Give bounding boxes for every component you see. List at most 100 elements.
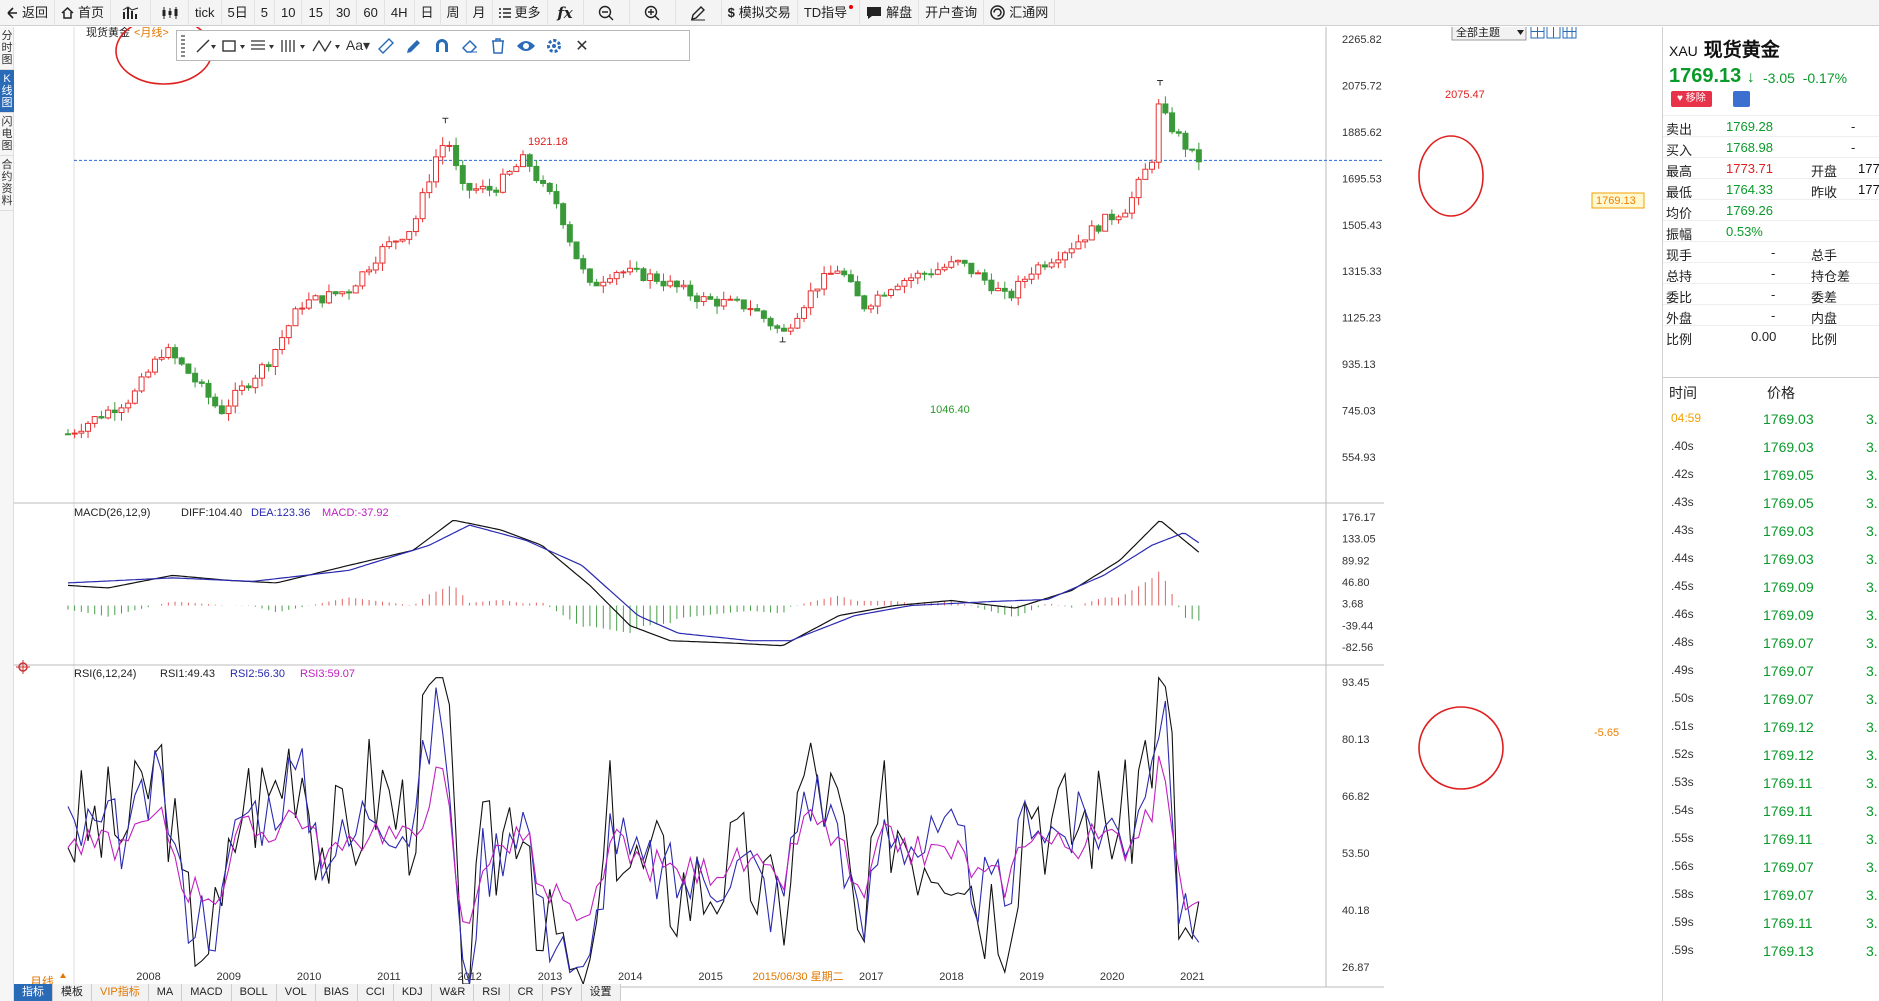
eraser-tool[interactable]	[457, 33, 483, 59]
indicator-tab[interactable]: VOL	[276, 984, 316, 1001]
quote-code: XAU	[1669, 43, 1698, 59]
settings-tool[interactable]	[541, 33, 567, 59]
indicator-tab[interactable]: MA	[148, 984, 183, 1001]
layout-split-icon[interactable]	[1546, 27, 1561, 39]
indicator-tab[interactable]: 模板	[53, 984, 92, 1001]
home-button[interactable]: 首页	[55, 0, 112, 26]
candle-body	[1108, 213, 1115, 221]
tick-volume: 3.	[1866, 943, 1878, 959]
drawing-toolbar: Aa▾ ✕	[176, 30, 690, 61]
settings-icon[interactable]	[16, 660, 30, 674]
period-5min[interactable]: 5	[255, 0, 275, 26]
close-toolbar[interactable]: ✕	[569, 33, 595, 59]
candle-body	[1088, 225, 1095, 241]
indicator-tab[interactable]: BIAS	[315, 984, 358, 1001]
ruler-tool[interactable]	[373, 33, 399, 59]
chart-area[interactable]: 2265.82 2075.72 1885.62 1695.53 1505.43 1315.…	[14, 27, 1662, 1001]
indicator-tab[interactable]: W&R	[431, 984, 475, 1001]
magnet-tool[interactable]	[429, 33, 455, 59]
pattern-tool[interactable]	[311, 33, 343, 59]
line-tool[interactable]	[193, 33, 219, 59]
macd-tick-label: -82.56	[1342, 642, 1373, 654]
indicator-tab[interactable]: RSI	[474, 984, 510, 1001]
period-4h[interactable]: 4H	[385, 0, 415, 26]
open-account-button[interactable]: 开户查询	[919, 0, 985, 26]
quote-value: 1769.26	[1726, 203, 1773, 218]
td-guide-button[interactable]: TD指导	[798, 0, 861, 26]
tick-volume: 3.	[1866, 495, 1878, 511]
magnet-icon	[436, 38, 448, 52]
candle-body	[245, 385, 252, 389]
period-week[interactable]: 周	[441, 0, 467, 26]
period-10min[interactable]: 10	[275, 0, 303, 26]
tab-kline[interactable]: K线图	[0, 70, 14, 113]
period-30min[interactable]: 30	[330, 0, 358, 26]
left-view-tabs: 分时图 K线图 闪电图 合约资料	[0, 27, 14, 1001]
layout-multi-icon[interactable]	[1562, 27, 1577, 39]
indicator-tab[interactable]: MACD	[182, 984, 232, 1001]
chart-type-button[interactable]	[111, 0, 152, 26]
indicator-tab[interactable]: CCI	[357, 984, 394, 1001]
sim-trade-button[interactable]: $ 模拟交易	[722, 0, 798, 26]
change-value: -3.05	[1763, 70, 1795, 86]
quote-value-2: 177	[1858, 161, 1879, 176]
fib-tool[interactable]	[249, 33, 277, 59]
period-5day[interactable]: 5日	[222, 0, 255, 26]
visibility-tool[interactable]	[513, 33, 539, 59]
period-15min[interactable]: 15	[302, 0, 330, 26]
back-button[interactable]: 返回	[0, 0, 56, 26]
tab-flash[interactable]: 闪电图	[0, 113, 14, 156]
candle-body	[218, 405, 225, 415]
layout-grid-icon[interactable]	[1530, 27, 1545, 39]
macd-tick-label: 176.17	[1342, 512, 1376, 524]
candle-body	[1075, 241, 1082, 250]
drag-handle[interactable]	[181, 34, 185, 57]
alert-bell-icon[interactable]	[1733, 91, 1750, 107]
candle-body	[881, 294, 888, 297]
indicator-tab[interactable]: 设置	[581, 984, 621, 1001]
period-day[interactable]: 日	[415, 0, 441, 26]
more-button[interactable]: 更多	[493, 0, 548, 26]
indicator-tab[interactable]: BOLL	[231, 984, 277, 1001]
zoom-out-button[interactable]	[584, 0, 630, 26]
candle-body	[432, 156, 439, 183]
channel-tool[interactable]	[279, 33, 309, 59]
tick-row: .45s 1769.09 3.	[1663, 573, 1879, 601]
theme-button[interactable]: 全部主题	[1451, 27, 1527, 41]
indicator-tab[interactable]: KDJ	[393, 984, 432, 1001]
formula-button[interactable]: fx	[548, 0, 584, 26]
tick-row: .55s 1769.11 3.	[1663, 825, 1879, 853]
indicator-tab[interactable]: PSY	[542, 984, 582, 1001]
period-tick[interactable]: tick	[189, 0, 222, 26]
text-tool[interactable]: Aa▾	[345, 33, 371, 59]
rsi1-line	[67, 676, 1200, 986]
indicator-tab[interactable]: CR	[509, 984, 543, 1001]
candle-body	[453, 144, 460, 167]
candle-body	[888, 289, 895, 296]
draw-button[interactable]	[676, 0, 722, 26]
candle-body	[339, 291, 346, 295]
tab-contract-info[interactable]: 合约资料	[0, 156, 14, 211]
tick-volume: 3.	[1866, 523, 1878, 539]
fxnet-button[interactable]: 汇通网	[984, 0, 1056, 26]
candle-body	[1189, 148, 1196, 151]
tick-time: .43s	[1671, 495, 1694, 509]
zoom-in-button[interactable]	[630, 0, 676, 26]
period-60min[interactable]: 60	[357, 0, 385, 26]
candle-body	[533, 165, 540, 182]
period-month[interactable]: 月	[467, 0, 493, 26]
tick-row: .49s 1769.07 3.	[1663, 657, 1879, 685]
rect-tool[interactable]	[221, 33, 247, 59]
indicator-tab[interactable]: VIP指标	[92, 984, 149, 1001]
indicator-tab[interactable]: 指标	[14, 984, 53, 1001]
high-2011-marker	[442, 117, 449, 124]
remove-watch-button[interactable]: ♥ 移除	[1671, 91, 1712, 107]
candle-type-button[interactable]	[151, 0, 190, 26]
chart-canvas[interactable]: 2265.82 2075.72 1885.62 1695.53 1505.43 1315.…	[14, 27, 1662, 1001]
tab-timeshare[interactable]: 分时图	[0, 27, 14, 70]
rsi-3: RSI3:59.07	[300, 668, 355, 680]
pencil-tool[interactable]	[401, 33, 427, 59]
eye-icon	[517, 40, 535, 51]
analysis-button[interactable]: 解盘	[860, 0, 920, 26]
delete-tool[interactable]	[485, 33, 511, 59]
